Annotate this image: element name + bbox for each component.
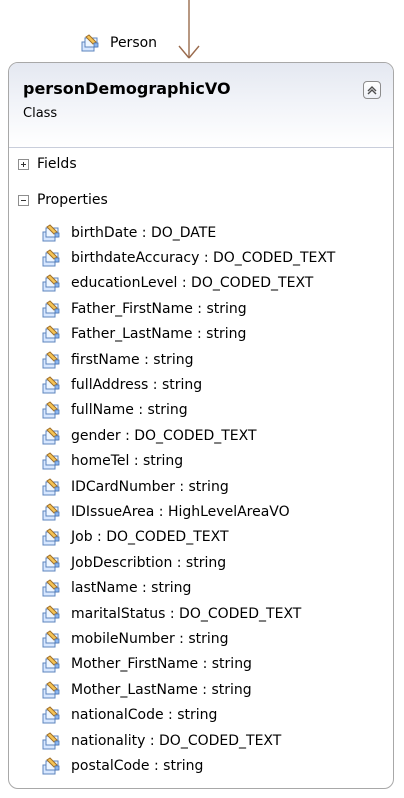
property-row[interactable]: homeTel : string	[9, 449, 393, 474]
property-text: fullAddress : string	[71, 377, 203, 394]
property-icon	[41, 450, 63, 472]
property-icon	[41, 526, 63, 548]
properties-header[interactable]: Properties	[9, 190, 393, 210]
property-row[interactable]: fullAddress : string	[9, 372, 393, 397]
property-text: fullName : string	[71, 402, 188, 419]
collapse-button[interactable]	[363, 81, 381, 99]
class-box: personDemographicVO Class Fields Propert…	[8, 62, 394, 789]
property-row[interactable]: nationalCode : string	[9, 702, 393, 727]
property-row[interactable]: mobileNumber : string	[9, 626, 393, 651]
property-icon	[41, 755, 63, 777]
property-text: postalCode : string	[71, 757, 204, 774]
property-icon	[41, 577, 63, 599]
property-list: birthDate : DO_DATE birthdateAccuracy : D…	[9, 220, 393, 779]
property-row[interactable]: IDIssueArea : HighLevelAreaVO	[9, 499, 393, 524]
property-icon	[41, 679, 63, 701]
inheritance-connector	[178, 0, 200, 59]
property-icon	[41, 501, 63, 523]
property-text: gender : DO_CODED_TEXT	[71, 427, 257, 444]
property-icon	[41, 552, 63, 574]
parent-class-name: Person	[110, 35, 158, 51]
fields-compartment: Fields	[9, 154, 393, 174]
property-row[interactable]: lastName : string	[9, 575, 393, 600]
property-icon	[41, 653, 63, 675]
property-text: Job : DO_CODED_TEXT	[71, 529, 229, 546]
property-text: educationLevel : DO_CODED_TEXT	[71, 275, 314, 292]
property-text: IDIssueArea : HighLevelAreaVO	[71, 503, 290, 520]
class-stereotype: Class	[23, 106, 58, 121]
property-text: Mother_LastName : string	[71, 681, 252, 698]
property-text: IDCardNumber : string	[71, 478, 229, 495]
property-text: nationality : DO_CODED_TEXT	[71, 732, 282, 749]
collapse-small-icon	[18, 194, 29, 206]
property-row[interactable]: fullName : string	[9, 398, 393, 423]
property-icon	[41, 298, 63, 320]
property-row[interactable]: gender : DO_CODED_TEXT	[9, 423, 393, 448]
property-text: mobileNumber : string	[71, 630, 229, 647]
expand-icon	[18, 158, 29, 170]
property-row[interactable]: maritalStatus : DO_CODED_TEXT	[9, 601, 393, 626]
class-icon	[80, 32, 102, 54]
properties-label: Properties	[37, 192, 108, 208]
property-text: maritalStatus : DO_CODED_TEXT	[71, 605, 302, 622]
property-icon	[41, 222, 63, 244]
property-icon	[41, 628, 63, 650]
property-icon	[41, 476, 63, 498]
property-row[interactable]: Father_LastName : string	[9, 322, 393, 347]
property-text: Father_LastName : string	[71, 326, 247, 343]
property-row[interactable]: birthDate : DO_DATE	[9, 220, 393, 245]
properties-compartment: Properties	[9, 190, 393, 210]
class-name: personDemographicVO	[23, 79, 231, 98]
property-icon	[41, 323, 63, 345]
property-row[interactable]: Mother_FirstName : string	[9, 652, 393, 677]
property-icon	[41, 704, 63, 726]
property-text: JobDescribtion : string	[71, 554, 227, 571]
property-row[interactable]: IDCardNumber : string	[9, 474, 393, 499]
property-row[interactable]: firstName : string	[9, 347, 393, 372]
property-text: nationalCode : string	[71, 707, 218, 724]
property-icon	[41, 374, 63, 396]
property-icon	[41, 399, 63, 421]
property-row[interactable]: JobDescribtion : string	[9, 550, 393, 575]
property-row[interactable]: Job : DO_CODED_TEXT	[9, 525, 393, 550]
property-text: birthDate : DO_DATE	[71, 224, 217, 241]
property-row[interactable]: Mother_LastName : string	[9, 677, 393, 702]
property-row[interactable]: Father_FirstName : string	[9, 296, 393, 321]
property-icon	[41, 349, 63, 371]
property-icon	[41, 603, 63, 625]
property-row[interactable]: birthdateAccuracy : DO_CODED_TEXT	[9, 245, 393, 270]
property-text: homeTel : string	[71, 453, 184, 470]
property-text: Mother_FirstName : string	[71, 656, 252, 673]
property-text: firstName : string	[71, 351, 194, 368]
property-row[interactable]: nationality : DO_CODED_TEXT	[9, 728, 393, 753]
inheritance-label: Person	[80, 32, 157, 54]
property-text: lastName : string	[71, 580, 192, 597]
class-header: personDemographicVO Class	[9, 63, 393, 148]
property-icon	[41, 247, 63, 269]
property-row[interactable]: educationLevel : DO_CODED_TEXT	[9, 271, 393, 296]
fields-label: Fields	[37, 156, 77, 172]
property-icon	[41, 425, 63, 447]
property-icon	[41, 272, 63, 294]
property-text: Father_FirstName : string	[71, 300, 247, 317]
property-icon	[41, 730, 63, 752]
collapse-icon	[367, 86, 377, 95]
property-text: birthdateAccuracy : DO_CODED_TEXT	[71, 250, 336, 267]
property-row[interactable]: postalCode : string	[9, 753, 393, 778]
fields-header[interactable]: Fields	[9, 154, 393, 174]
